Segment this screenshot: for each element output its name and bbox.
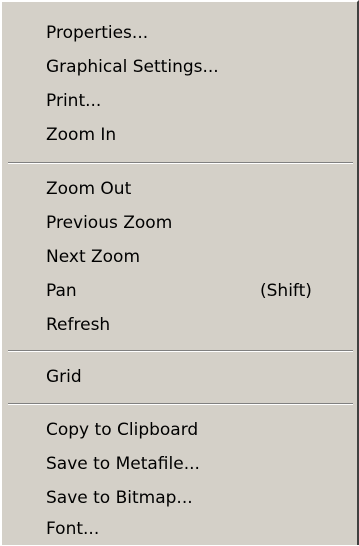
menu-item-label: Save to Bitmap... xyxy=(46,488,193,508)
menu-separator xyxy=(8,162,353,164)
menu-item-pan[interactable]: Pan (Shift) xyxy=(2,274,357,308)
menu-item-properties[interactable]: Properties... xyxy=(2,16,357,50)
menu-item-zoom-in[interactable]: Zoom In xyxy=(2,118,357,152)
menu-item-label: Font... xyxy=(46,519,100,539)
menu-item-label: Save to Metafile... xyxy=(46,454,200,474)
menu-item-label: Properties... xyxy=(46,23,149,43)
menu-item-shortcut: (Shift) xyxy=(260,281,312,301)
menu-item-refresh[interactable]: Refresh xyxy=(2,308,357,342)
menu-item-label: Copy to Clipboard xyxy=(46,420,199,440)
context-menu: Properties... Graphical Settings... Prin… xyxy=(0,0,359,545)
menu-item-label: Graphical Settings... xyxy=(46,57,219,77)
menu-item-grid[interactable]: Grid xyxy=(2,360,357,394)
menu-item-label: Refresh xyxy=(46,315,111,335)
menu-item-previous-zoom[interactable]: Previous Zoom xyxy=(2,206,357,240)
menu-item-label: Previous Zoom xyxy=(46,213,173,233)
menu-item-zoom-out[interactable]: Zoom Out xyxy=(2,172,357,206)
menu-item-label: Zoom In xyxy=(46,125,117,145)
menu-item-label: Next Zoom xyxy=(46,247,141,267)
menu-item-copy-to-clipboard[interactable]: Copy to Clipboard xyxy=(2,413,357,447)
menu-separator xyxy=(8,350,353,352)
menu-item-print[interactable]: Print... xyxy=(2,84,357,118)
menu-item-save-to-bitmap[interactable]: Save to Bitmap... xyxy=(2,481,357,515)
menu-item-label: Print... xyxy=(46,91,102,111)
menu-item-label: Grid xyxy=(46,367,82,387)
menu-item-graphical-settings[interactable]: Graphical Settings... xyxy=(2,50,357,84)
menu-item-next-zoom[interactable]: Next Zoom xyxy=(2,240,357,274)
menu-item-label: Pan xyxy=(46,281,77,301)
menu-item-label: Zoom Out xyxy=(46,179,132,199)
menu-item-font[interactable]: Font... xyxy=(2,512,357,546)
menu-separator xyxy=(8,403,353,405)
menu-item-save-to-metafile[interactable]: Save to Metafile... xyxy=(2,447,357,481)
